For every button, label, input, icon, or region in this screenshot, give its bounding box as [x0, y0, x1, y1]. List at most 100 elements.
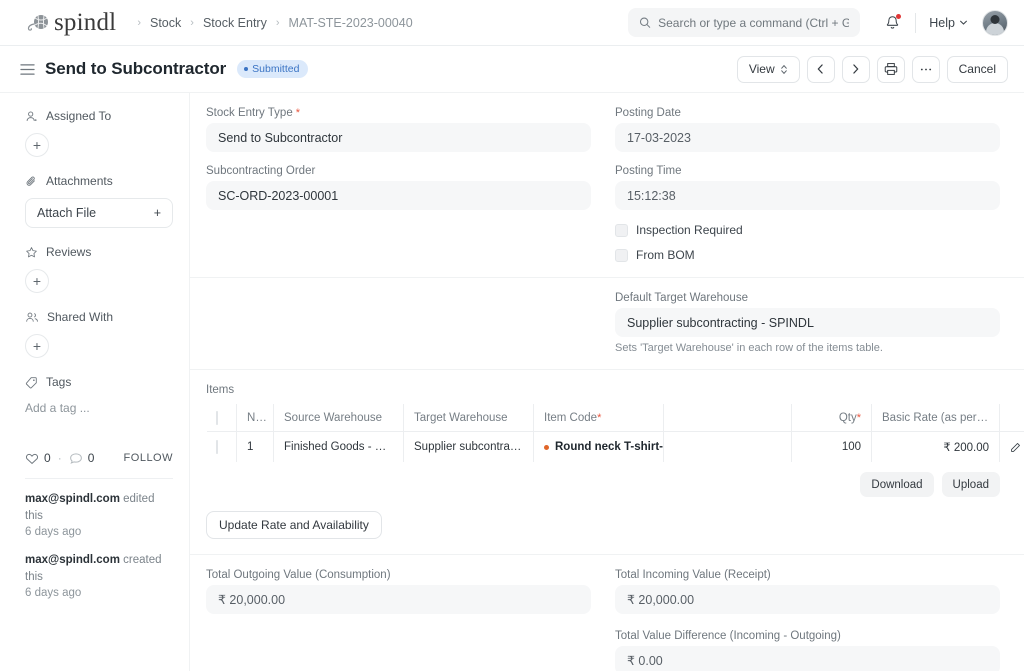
breadcrumb-item-document-id[interactable]: MAT-STE-2023-00040 — [288, 16, 414, 30]
search-input[interactable] — [658, 16, 849, 30]
field-stock-entry-type: Stock Entry Type * Send to Subcontractor — [206, 107, 591, 152]
stock-entry-type-input[interactable]: Send to Subcontractor — [206, 123, 591, 152]
sidebar-section-attachments: Attachments Attach File + — [25, 174, 173, 228]
help-menu[interactable]: Help — [929, 16, 968, 30]
social-separator: · — [58, 451, 62, 465]
default-target-warehouse-label: Default Target Warehouse — [615, 292, 1000, 304]
shared-with-header: Shared With — [25, 310, 173, 324]
next-document-button[interactable] — [842, 56, 870, 83]
cell-row-number: 1 — [237, 432, 274, 463]
row-checkbox[interactable] — [216, 440, 218, 454]
cell-item-code[interactable]: Round neck T-shirt-BL — [534, 432, 664, 463]
chevron-up-down-icon — [780, 64, 788, 75]
posting-time-input[interactable]: 15:12:38 — [615, 181, 1000, 210]
reviews-label: Reviews — [46, 245, 91, 259]
pencil-icon — [1010, 442, 1021, 453]
print-icon — [884, 62, 898, 76]
chevron-down-icon — [959, 18, 968, 27]
add-assignment-button[interactable]: + — [25, 133, 49, 157]
item-status-dot — [544, 445, 549, 450]
star-icon — [25, 246, 38, 259]
hamburger-menu-icon — [20, 63, 35, 76]
view-dropdown-button[interactable]: View — [737, 56, 800, 83]
assigned-to-header: Assigned To — [25, 109, 173, 123]
like-count: 0 — [44, 451, 51, 465]
brand-logo[interactable]: spindl — [26, 10, 116, 35]
people-icon — [25, 311, 39, 324]
attach-file-plus-icon: + — [154, 206, 161, 220]
document-form: Stock Entry Type * Send to Subcontractor… — [190, 93, 1024, 671]
page-header: Send to Subcontractor Submitted View — [0, 46, 1024, 93]
add-review-button[interactable]: + — [25, 269, 49, 293]
breadcrumb-item-stock[interactable]: Stock — [149, 16, 182, 30]
cell-basic-rate[interactable]: ₹ 200.00 — [872, 432, 1000, 463]
total-outgoing-value: ₹ 20,000.00 — [206, 585, 591, 614]
print-button[interactable] — [877, 56, 905, 83]
items-table: No. Source Warehouse Target Warehouse It… — [206, 403, 1024, 463]
cell-source-warehouse[interactable]: Finished Goods - SPINDL — [274, 432, 404, 463]
field-from-bom[interactable]: From BOM — [615, 248, 1000, 262]
column-no: No. — [237, 404, 274, 432]
column-item-code-text: Item Code — [544, 412, 597, 424]
inspection-required-checkbox[interactable] — [615, 224, 628, 237]
total-difference-label: Total Value Difference (Incoming - Outgo… — [615, 630, 1000, 642]
column-settings[interactable] — [1000, 404, 1024, 432]
field-posting-time: Posting Time 15:12:38 — [615, 165, 1000, 210]
heart-icon[interactable] — [25, 452, 39, 465]
field-posting-date: Posting Date 17-03-2023 — [615, 107, 1000, 152]
cell-target-warehouse[interactable]: Supplier subcontracting... — [404, 432, 534, 463]
default-target-warehouse-input[interactable]: Supplier subcontracting - SPINDL — [615, 308, 1000, 337]
breadcrumb-item-stock-entry[interactable]: Stock Entry — [202, 16, 268, 30]
cell-edit-action[interactable]: Edit — [1000, 432, 1024, 463]
activity-user: max@spindl.com — [25, 493, 120, 505]
default-target-warehouse-hint: Sets 'Target Warehouse' in each row of t… — [615, 342, 1000, 354]
form-section-warehouse: Default Target Warehouse Supplier subcon… — [190, 278, 1024, 370]
add-tag-input[interactable]: Add a tag ... — [25, 399, 173, 417]
global-search[interactable] — [628, 8, 860, 37]
required-asterisk: * — [597, 412, 601, 424]
breadcrumb: › Stock › Stock Entry › MAT-STE-2023-000… — [129, 16, 413, 30]
table-header-row: No. Source Warehouse Target Warehouse It… — [207, 404, 1024, 432]
column-basic-rate: Basic Rate (as per Sto... — [872, 404, 1000, 432]
subcontracting-order-input[interactable]: SC-ORD-2023-00001 — [206, 181, 591, 210]
yarn-ball-icon — [26, 12, 52, 34]
breadcrumb-separator: › — [190, 17, 194, 29]
posting-date-input[interactable]: 17-03-2023 — [615, 123, 1000, 152]
notifications-button[interactable] — [884, 14, 901, 31]
upload-button[interactable]: Upload — [942, 472, 1000, 497]
user-avatar[interactable] — [982, 10, 1008, 36]
chevron-left-icon — [816, 63, 825, 75]
tags-header: Tags — [25, 375, 173, 389]
total-outgoing-label: Total Outgoing Value (Consumption) — [206, 569, 591, 581]
sidebar-toggle-button[interactable] — [16, 59, 43, 80]
cell-qty[interactable]: 100 — [792, 432, 872, 463]
document-social-bar: 0 · 0 FOLLOW — [25, 451, 173, 465]
field-total-difference: Total Value Difference (Incoming - Outgo… — [615, 630, 1000, 671]
field-inspection-required[interactable]: Inspection Required — [615, 223, 1000, 237]
cancel-button[interactable]: Cancel — [947, 56, 1008, 83]
more-actions-button[interactable] — [912, 56, 940, 83]
sidebar-section-reviews: Reviews + — [25, 245, 173, 293]
update-rate-availability-button[interactable]: Update Rate and Availability — [206, 511, 382, 539]
column-target-warehouse: Target Warehouse — [404, 404, 534, 432]
help-label: Help — [929, 16, 955, 30]
sidebar-section-assigned-to: Assigned To + — [25, 109, 173, 157]
attach-file-button[interactable]: Attach File + — [25, 198, 173, 228]
breadcrumb-separator: › — [137, 17, 141, 29]
follow-button[interactable]: FOLLOW — [124, 452, 173, 464]
comment-count: 0 — [88, 451, 95, 465]
select-all-checkbox[interactable] — [216, 411, 218, 425]
field-default-target-warehouse: Default Target Warehouse Supplier subcon… — [615, 292, 1000, 354]
navbar-divider — [915, 13, 916, 33]
from-bom-checkbox[interactable] — [615, 249, 628, 262]
previous-document-button[interactable] — [807, 56, 835, 83]
add-share-button[interactable]: + — [25, 334, 49, 358]
cell-spacer — [664, 432, 792, 463]
comment-icon[interactable] — [69, 452, 83, 465]
document-sidebar: Assigned To + Attachments Attach File + — [0, 93, 190, 671]
form-section-totals: Total Outgoing Value (Consumption) ₹ 20,… — [190, 555, 1024, 671]
stock-entry-type-label: Stock Entry Type * — [206, 107, 591, 119]
table-row[interactable]: 1 Finished Goods - SPINDL Supplier subco… — [207, 432, 1024, 463]
field-total-incoming: Total Incoming Value (Receipt) ₹ 20,000.… — [615, 569, 1000, 614]
download-button[interactable]: Download — [860, 472, 933, 497]
